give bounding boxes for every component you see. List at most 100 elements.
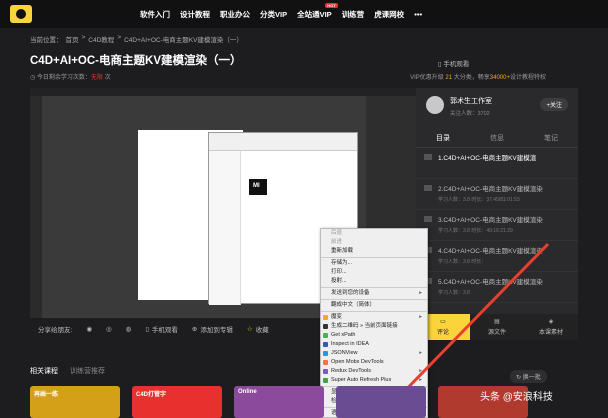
course-thumbnail[interactable]: Online: [234, 386, 324, 418]
vip-upgrade-text[interactable]: VIP优惠升级 21 大分类，畅享34000+设计教程特权: [410, 72, 546, 81]
tab-related-courses[interactable]: 相关课程: [30, 366, 58, 376]
mobile-watch-button[interactable]: ▯ 手机观看: [145, 324, 178, 334]
add-to-playlist-button[interactable]: ⊕ 添加到专辑: [192, 324, 233, 334]
refresh-icon: ↻: [516, 375, 523, 381]
tab-notes[interactable]: 笔记: [544, 133, 558, 143]
mi-logo-icon: MI: [249, 179, 267, 195]
avatar[interactable]: [426, 96, 444, 114]
clock-icon: ◷: [30, 75, 37, 81]
nav-item-school[interactable]: 虎课网校: [374, 9, 404, 20]
extension-icon: [323, 369, 328, 374]
course-panel: 郭术生工作室 关注人数：3702 +关注 目录 信息 笔记 1.C4D+AI+O…: [416, 88, 578, 340]
plus-circle-icon: ⊕: [191, 326, 198, 333]
context-menu-item[interactable]: Super Auto Refresh Plus ▸: [321, 376, 427, 385]
tab-catalog[interactable]: 目录: [436, 133, 450, 143]
nav-item-all-vip[interactable]: 全站通VIP HOT: [297, 2, 338, 20]
tab-camp-recommend[interactable]: 训练营推荐: [70, 366, 105, 376]
context-menu-item[interactable]: 投射...: [321, 277, 427, 286]
submenu-arrow-icon: ▸: [419, 314, 422, 320]
breadcrumb-current: C4D+AI+OC-电商主题KV建模渲染（一）: [124, 37, 243, 44]
tiger-logo-icon[interactable]: [10, 5, 32, 23]
more-menu-icon[interactable]: •••: [414, 10, 422, 19]
extension-icon: [323, 333, 328, 338]
course-thumbnail[interactable]: C4D打管字: [132, 386, 222, 418]
source-file-button[interactable]: ▤ 源文件: [470, 314, 524, 340]
context-menu-item[interactable]: Get xPath: [321, 331, 427, 340]
explorer-sidebar: [209, 151, 241, 305]
context-menu-item[interactable]: 存储为...: [321, 259, 427, 268]
context-menu-item[interactable]: Redux DevTools ▸: [321, 367, 427, 376]
context-menu-item: 后退: [331, 230, 343, 236]
extension-icon: [323, 324, 328, 329]
refresh-button[interactable]: ↻ 换一批: [510, 370, 547, 383]
nav-item-software[interactable]: 软件入门: [140, 9, 170, 20]
context-menu-item[interactable]: 打印...: [321, 268, 427, 277]
list-item[interactable]: 2.C4D+AI+OC-电商主题KV建模渲染 学习人数：3.8 时长：37:45/…: [416, 179, 578, 210]
layers-icon: ◈: [548, 319, 554, 325]
nav-item-category-vip[interactable]: 分类VIP: [260, 9, 287, 20]
context-menu-item[interactable]: Inspect in IDEA: [321, 340, 427, 349]
toolbox: [30, 96, 42, 318]
materials-button[interactable]: ◈ 本课素材: [524, 314, 578, 340]
extension-icon: [323, 360, 328, 365]
menu-separator: [321, 287, 427, 288]
submenu-arrow-icon: ▸: [419, 350, 422, 356]
extension-icon: [323, 342, 328, 347]
extension-icon: [323, 315, 328, 320]
teacher-name[interactable]: 郭术生工作室: [450, 96, 492, 106]
nav-item-camp[interactable]: 训练营: [342, 9, 365, 20]
breadcrumb-sep: >: [117, 34, 122, 41]
course-thumbnail[interactable]: 再画一练: [30, 386, 120, 418]
study-count: ◷ 今日剩余学习次数：无限 次: [30, 75, 111, 81]
share-label: 分享给朋友:: [38, 327, 73, 334]
context-menu-item[interactable]: 重新加载: [321, 247, 427, 256]
context-menu-item[interactable]: 翻成中文（简体）: [321, 301, 427, 310]
panel-tabs: 目录 信息 笔记: [416, 128, 578, 148]
submenu-arrow-icon: ▸: [419, 368, 422, 374]
list-item[interactable]: 4.C4D+AI+OC-电商主题KV建模渲染 学习人数：3.8 时长：: [416, 241, 578, 272]
favorite-button[interactable]: ☆ 收藏: [247, 324, 269, 334]
list-item[interactable]: 1.C4D+AI+OC-电商主题KV建模渲: [416, 148, 578, 179]
page-title: C4D+AI+OC-电商主题KV建模渲染（一）: [30, 55, 242, 67]
context-menu-item[interactable]: 魔变 ▸: [321, 313, 427, 322]
breadcrumb-category[interactable]: C4D教程: [88, 34, 114, 44]
extension-icon: [323, 351, 328, 356]
nav-links: 软件入门 设计教程 职业办公 分类VIP 全站通VIP HOT 训练营 虎课网校 …: [140, 0, 422, 28]
menu-separator: [321, 311, 427, 312]
lesson-list: 1.C4D+AI+OC-电商主题KV建模渲 2.C4D+AI+OC-电商主题KV…: [416, 148, 578, 303]
weibo-share-icon[interactable]: ◎: [106, 325, 112, 333]
teacher-stats: 关注人数：3702: [450, 111, 490, 117]
breadcrumb: 当前位置： 首页 > C4D教程 > C4D+AI+OC-电商主题KV建模渲染（…: [30, 34, 243, 44]
submenu-arrow-icon: ▸: [419, 377, 422, 383]
context-menu-item[interactable]: 生成二维码 » 当前页面链接: [321, 322, 427, 331]
context-menu-item[interactable]: Open Mobx DevTools: [321, 358, 427, 367]
video-icon: [424, 216, 432, 222]
comment-icon: ▭: [440, 319, 446, 325]
wechat-share-icon[interactable]: ◍: [126, 325, 132, 333]
nav-item-design[interactable]: 设计教程: [180, 9, 210, 20]
related-tabs: 相关课程 训练营推荐: [30, 366, 105, 376]
mobile-watch-link[interactable]: ▯ 手机观看: [438, 58, 469, 68]
related-thumbnails: 再画一练 C4D打管字 Online: [30, 386, 528, 418]
list-item[interactable]: 5.C4D+AI+OC-电商主题KV建模渲染 学习人数：3.8: [416, 272, 578, 303]
phone-icon: ▯: [145, 326, 149, 333]
file-icon: ▤: [494, 319, 500, 325]
breadcrumb-sep: >: [81, 34, 86, 41]
course-thumbnail[interactable]: [336, 386, 426, 418]
context-menu-item[interactable]: 发送到您的设备 ▸: [321, 289, 427, 298]
follow-button[interactable]: +关注: [540, 98, 568, 111]
qq-share-icon[interactable]: ◉: [86, 325, 92, 333]
hot-badge: HOT: [325, 2, 338, 8]
context-menu-item[interactable]: JSONView ▸: [321, 349, 427, 358]
submenu-arrow-icon: ▸: [419, 290, 422, 296]
video-icon: [424, 185, 432, 191]
menu-separator: [321, 299, 427, 300]
panel-bottom-actions: ▭ 评论 ▤ 源文件 ◈ 本课素材: [416, 314, 578, 340]
top-navbar: 软件入门 设计教程 职业办公 分类VIP 全站通VIP HOT 训练营 虎课网校 …: [0, 0, 608, 28]
breadcrumb-home[interactable]: 首页: [66, 34, 79, 44]
tab-info[interactable]: 信息: [490, 133, 504, 143]
star-icon: ☆: [246, 326, 253, 333]
list-item[interactable]: 3.C4D+AI+OC-电商主题KV建模渲染 学习人数：3.8 时长：49:16:…: [416, 210, 578, 241]
nav-item-office[interactable]: 职业办公: [220, 9, 250, 20]
breadcrumb-prefix: 当前位置：: [30, 37, 63, 44]
